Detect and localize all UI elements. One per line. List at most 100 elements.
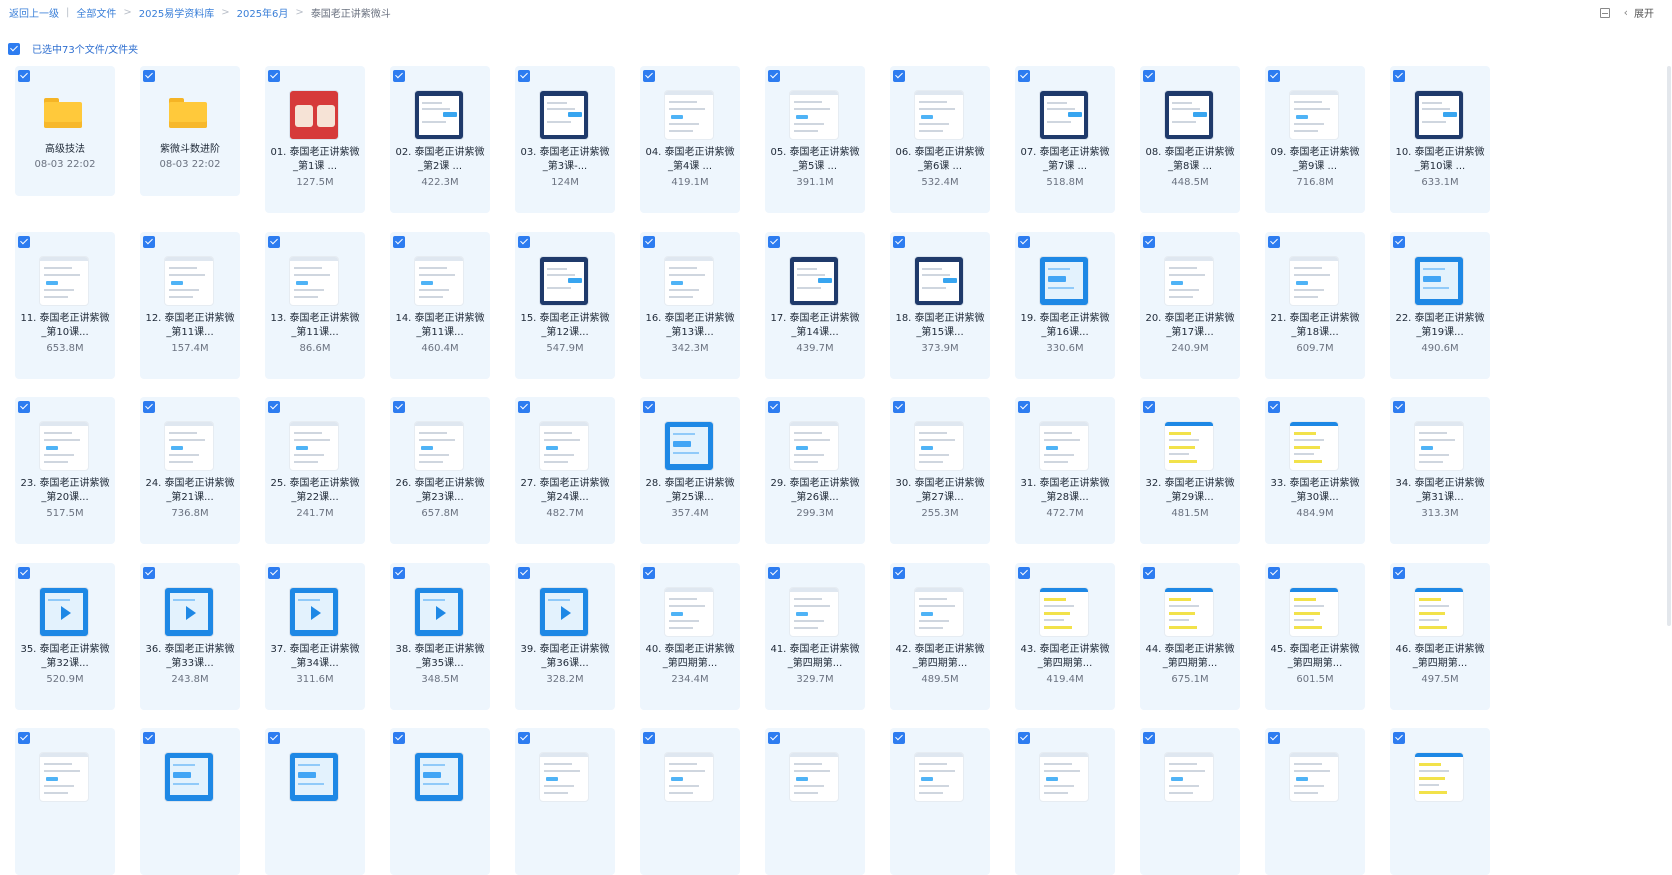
item-checkbox[interactable]	[893, 236, 905, 248]
item-checkbox[interactable]	[1268, 401, 1280, 413]
file-card[interactable]: 32. 泰国老正讲紫微_第29课... 481.5M	[1140, 397, 1240, 544]
item-checkbox[interactable]	[893, 567, 905, 579]
item-checkbox[interactable]	[768, 70, 780, 82]
item-checkbox[interactable]	[143, 732, 155, 744]
item-checkbox[interactable]	[1018, 732, 1030, 744]
file-card[interactable]	[140, 728, 240, 875]
item-checkbox[interactable]	[393, 401, 405, 413]
item-checkbox[interactable]	[268, 70, 280, 82]
file-card[interactable]: 33. 泰国老正讲紫微_第30课... 484.9M	[1265, 397, 1365, 544]
file-card[interactable]: 08. 泰国老正讲紫微_第8课 ... 448.5M	[1140, 66, 1240, 213]
item-checkbox[interactable]	[1018, 236, 1030, 248]
scrollbar[interactable]	[1666, 66, 1672, 626]
breadcrumb-item-library[interactable]: 2025易学资料库	[139, 5, 214, 20]
item-checkbox[interactable]	[143, 236, 155, 248]
item-checkbox[interactable]	[1018, 401, 1030, 413]
item-checkbox[interactable]	[518, 401, 530, 413]
file-card[interactable]: 22. 泰国老正讲紫微_第19课... 490.6M	[1390, 232, 1490, 379]
file-card[interactable]: 13. 泰国老正讲紫微_第11课... 86.6M	[265, 232, 365, 379]
item-checkbox[interactable]	[1143, 236, 1155, 248]
file-card[interactable]	[390, 728, 490, 875]
file-card[interactable]: 46. 泰国老正讲紫微_第四期第... 497.5M	[1390, 563, 1490, 710]
item-checkbox[interactable]	[143, 567, 155, 579]
file-card[interactable]	[1015, 728, 1115, 875]
file-card[interactable]: 11. 泰国老正讲紫微_第10课... 653.8M	[15, 232, 115, 379]
item-checkbox[interactable]	[393, 70, 405, 82]
file-card[interactable]	[15, 728, 115, 875]
file-card[interactable]: 25. 泰国老正讲紫微_第22课... 241.7M	[265, 397, 365, 544]
file-card[interactable]: 44. 泰国老正讲紫微_第四期第... 675.1M	[1140, 563, 1240, 710]
file-card[interactable]: 17. 泰国老正讲紫微_第14课... 439.7M	[765, 232, 865, 379]
item-checkbox[interactable]	[393, 567, 405, 579]
file-card[interactable]: 35. 泰国老正讲紫微_第32课... 520.9M	[15, 563, 115, 710]
item-checkbox[interactable]	[1268, 236, 1280, 248]
file-card[interactable]: 07. 泰国老正讲紫微_第7课 ... 518.8M	[1015, 66, 1115, 213]
file-card[interactable]: 37. 泰国老正讲紫微_第34课... 311.6M	[265, 563, 365, 710]
item-checkbox[interactable]	[268, 567, 280, 579]
file-card[interactable]: 05. 泰国老正讲紫微_第5课 ... 391.1M	[765, 66, 865, 213]
item-checkbox[interactable]	[18, 236, 30, 248]
file-card[interactable]: 23. 泰国老正讲紫微_第20课... 517.5M	[15, 397, 115, 544]
file-card[interactable]: 28. 泰国老正讲紫微_第25课... 357.4M	[640, 397, 740, 544]
file-card[interactable]: 04. 泰国老正讲紫微_第4课 ... 419.1M	[640, 66, 740, 213]
file-card[interactable]: 15. 泰国老正讲紫微_第12课... 547.9M	[515, 232, 615, 379]
item-checkbox[interactable]	[768, 401, 780, 413]
item-checkbox[interactable]	[643, 401, 655, 413]
file-card[interactable]: 12. 泰国老正讲紫微_第11课... 157.4M	[140, 232, 240, 379]
breadcrumb-item-month[interactable]: 2025年6月	[237, 5, 289, 20]
item-checkbox[interactable]	[1018, 70, 1030, 82]
file-card[interactable]	[765, 728, 865, 875]
item-checkbox[interactable]	[18, 401, 30, 413]
item-checkbox[interactable]	[1143, 732, 1155, 744]
item-checkbox[interactable]	[1143, 567, 1155, 579]
file-card[interactable]: 36. 泰国老正讲紫微_第33课... 243.8M	[140, 563, 240, 710]
file-card[interactable]: 02. 泰国老正讲紫微_第2课 ... 422.3M	[390, 66, 490, 213]
item-checkbox[interactable]	[1393, 732, 1405, 744]
item-checkbox[interactable]	[1393, 236, 1405, 248]
file-card[interactable]: 40. 泰国老正讲紫微_第四期第... 234.4M	[640, 563, 740, 710]
item-checkbox[interactable]	[18, 567, 30, 579]
file-card[interactable]: 14. 泰国老正讲紫微_第11课... 460.4M	[390, 232, 490, 379]
folder-card[interactable]: 紫微斗数进阶 08-03 22:02	[140, 66, 240, 196]
file-card[interactable]	[890, 728, 990, 875]
file-card[interactable]: 42. 泰国老正讲紫微_第四期第... 489.5M	[890, 563, 990, 710]
item-checkbox[interactable]	[1393, 567, 1405, 579]
file-card[interactable]: 09. 泰国老正讲紫微_第9课 ... 716.8M	[1265, 66, 1365, 213]
file-card[interactable]: 18. 泰国老正讲紫微_第15课... 373.9M	[890, 232, 990, 379]
file-card[interactable]	[1140, 728, 1240, 875]
file-card[interactable]: 24. 泰国老正讲紫微_第21课... 736.8M	[140, 397, 240, 544]
file-card[interactable]: 10. 泰国老正讲紫微_第10课 ... 633.1M	[1390, 66, 1490, 213]
file-card[interactable]	[265, 728, 365, 875]
item-checkbox[interactable]	[643, 70, 655, 82]
file-card[interactable]: 43. 泰国老正讲紫微_第四期第... 419.4M	[1015, 563, 1115, 710]
chevron-left-icon[interactable]: ‹	[1624, 6, 1628, 19]
item-checkbox[interactable]	[1268, 732, 1280, 744]
item-checkbox[interactable]	[1268, 70, 1280, 82]
item-checkbox[interactable]	[268, 732, 280, 744]
file-card[interactable]: 31. 泰国老正讲紫微_第28课... 472.7M	[1015, 397, 1115, 544]
file-card[interactable]: 20. 泰国老正讲紫微_第17课... 240.9M	[1140, 232, 1240, 379]
item-checkbox[interactable]	[893, 70, 905, 82]
file-card[interactable]: 06. 泰国老正讲紫微_第6课 ... 532.4M	[890, 66, 990, 213]
item-checkbox[interactable]	[393, 236, 405, 248]
file-card[interactable]: 29. 泰国老正讲紫微_第26课... 299.3M	[765, 397, 865, 544]
file-card[interactable]: 38. 泰国老正讲紫微_第35课... 348.5M	[390, 563, 490, 710]
file-card[interactable]: 19. 泰国老正讲紫微_第16课... 330.6M	[1015, 232, 1115, 379]
item-checkbox[interactable]	[518, 732, 530, 744]
file-card[interactable]	[640, 728, 740, 875]
file-card[interactable]: 34. 泰国老正讲紫微_第31课... 313.3M	[1390, 397, 1490, 544]
item-checkbox[interactable]	[1393, 401, 1405, 413]
item-checkbox[interactable]	[768, 732, 780, 744]
file-card[interactable]: 27. 泰国老正讲紫微_第24课... 482.7M	[515, 397, 615, 544]
item-checkbox[interactable]	[893, 401, 905, 413]
file-card[interactable]: 41. 泰国老正讲紫微_第四期第... 329.7M	[765, 563, 865, 710]
item-checkbox[interactable]	[643, 732, 655, 744]
expand-button[interactable]: 展开	[1634, 5, 1654, 20]
item-checkbox[interactable]	[768, 567, 780, 579]
select-all-checkbox[interactable]	[8, 42, 20, 55]
file-card[interactable]: 45. 泰国老正讲紫微_第四期第... 601.5M	[1265, 563, 1365, 710]
item-checkbox[interactable]	[268, 236, 280, 248]
back-link[interactable]: 返回上一级	[9, 5, 59, 20]
file-card[interactable]: 21. 泰国老正讲紫微_第18课... 609.7M	[1265, 232, 1365, 379]
layout-toggle-icon[interactable]	[1599, 7, 1610, 18]
